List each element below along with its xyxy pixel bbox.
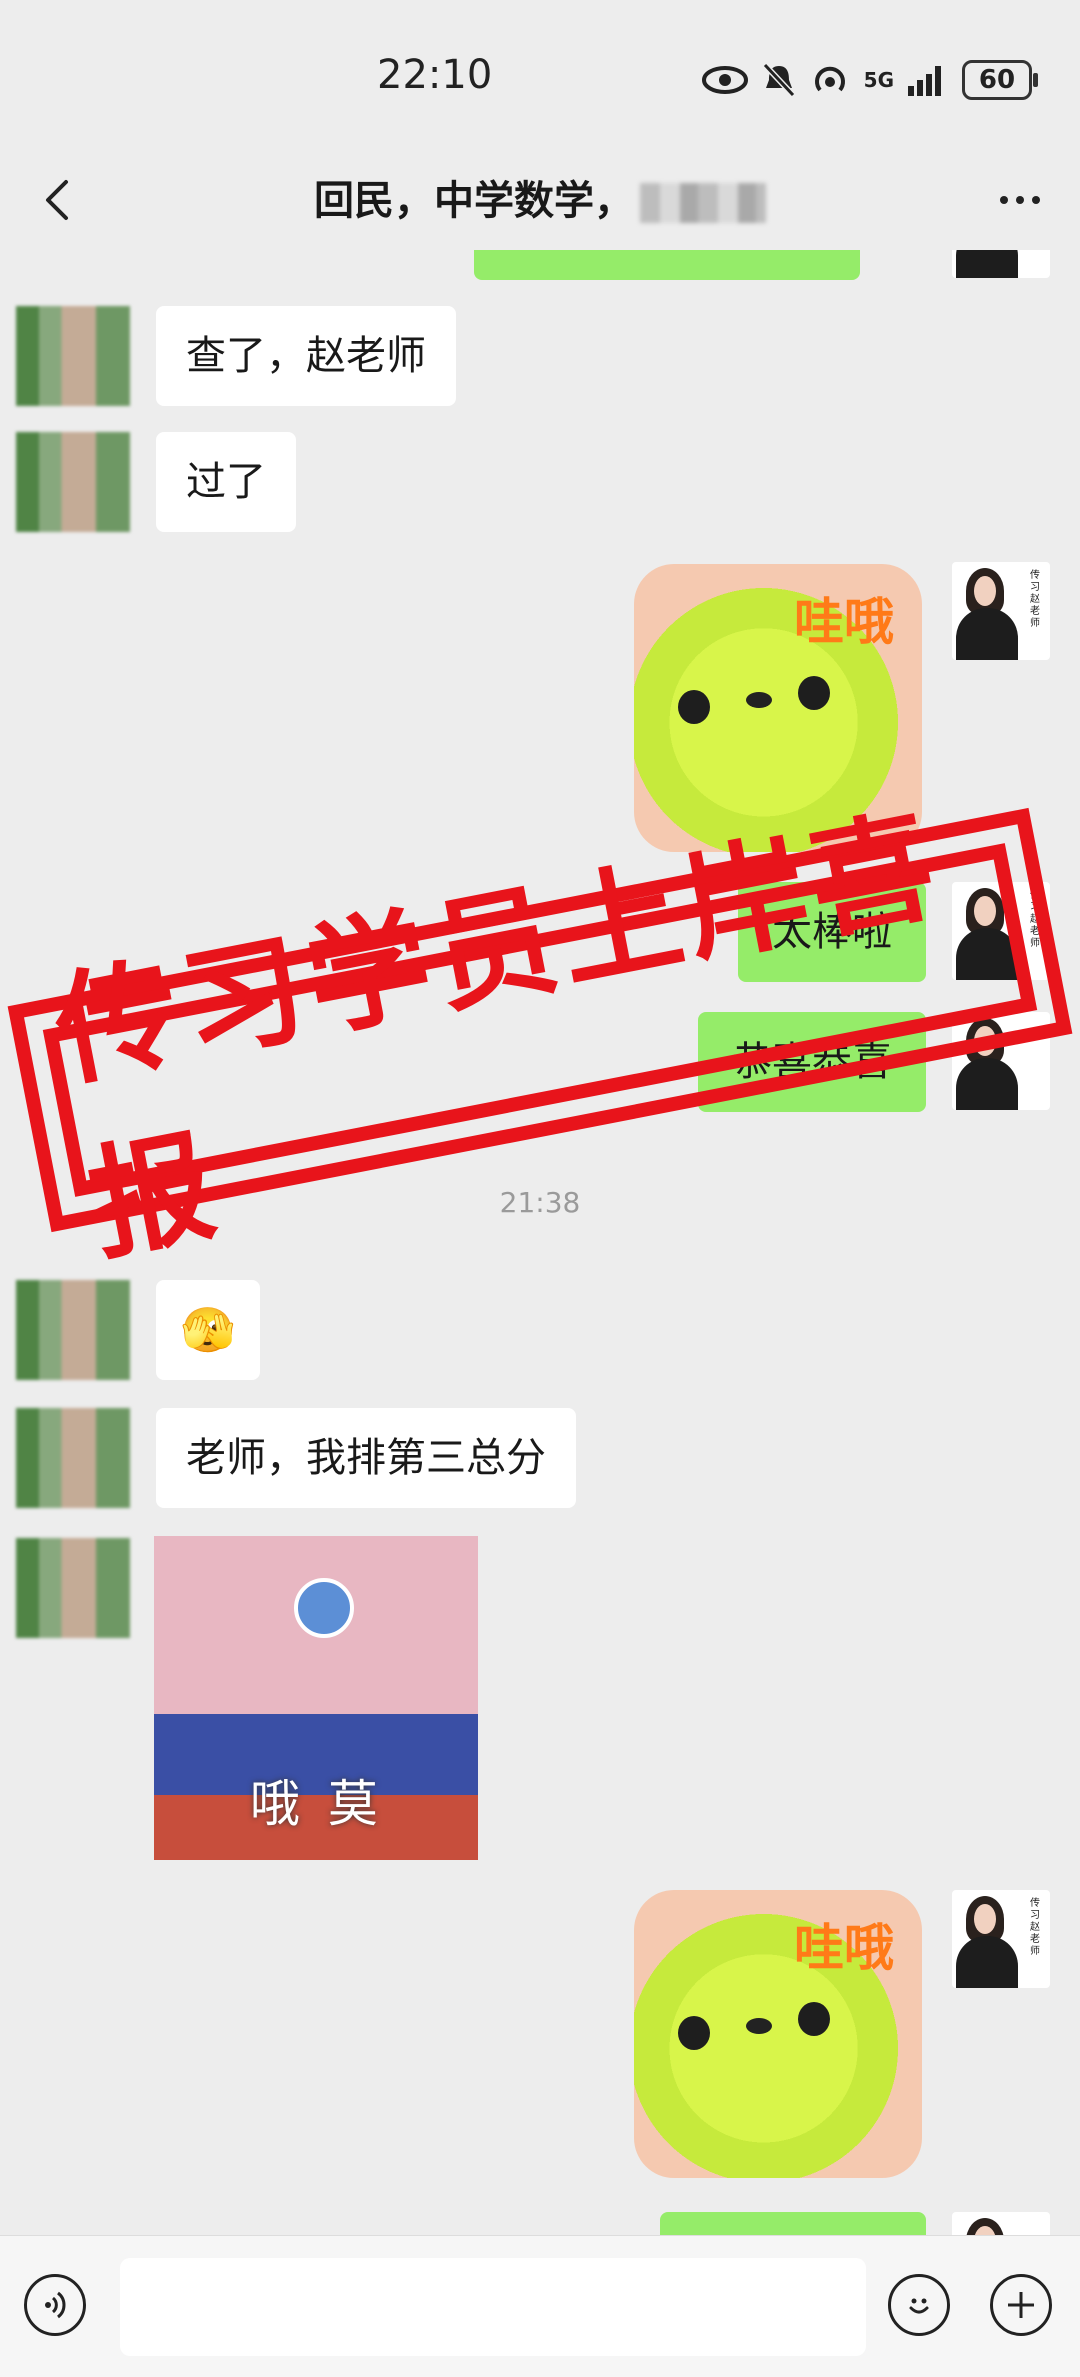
blurred-name bbox=[640, 183, 766, 223]
status-bar: 22:10 5G 60 bbox=[0, 0, 1080, 150]
student-avatar[interactable] bbox=[16, 1538, 130, 1638]
mute-bell-icon bbox=[762, 62, 795, 98]
signal-icon bbox=[908, 66, 941, 96]
message-bubble[interactable]: 过了 bbox=[156, 432, 296, 532]
battery-level: 60 bbox=[978, 65, 1016, 95]
sticker-eye bbox=[798, 2002, 830, 2036]
eye-icon bbox=[701, 66, 748, 94]
add-attachment-button[interactable] bbox=[990, 2274, 1052, 2336]
voice-icon bbox=[45, 2291, 66, 2319]
teacher-avatar[interactable]: 传习赵老师 bbox=[952, 882, 1050, 980]
message-bubble[interactable]: 老师，我排第三总分 bbox=[156, 1408, 576, 1508]
sticker-message[interactable]: 哇哦 bbox=[634, 1890, 922, 2178]
sticker-eye bbox=[678, 2016, 710, 2050]
sticker-caption: 哦 莫 bbox=[250, 1775, 384, 1833]
dot-icon bbox=[1016, 196, 1024, 204]
dot-icon bbox=[1000, 196, 1008, 204]
student-avatar[interactable] bbox=[16, 1280, 130, 1380]
emoji-message[interactable]: 🫣 bbox=[156, 1280, 260, 1380]
avatar-signature: 传习赵老师 bbox=[1030, 570, 1040, 629]
more-options-button[interactable] bbox=[990, 170, 1050, 230]
message-input-bar bbox=[0, 2235, 1080, 2377]
message-bubble[interactable]: 查了，赵老师 bbox=[156, 306, 456, 406]
hotspot-icon bbox=[814, 66, 845, 92]
teacher-avatar[interactable]: 传习赵老师 bbox=[952, 562, 1050, 660]
avatar-signature: 传习赵老师 bbox=[1030, 890, 1040, 949]
battery-icon: 60 bbox=[962, 60, 1038, 100]
teacher-avatar[interactable] bbox=[952, 2212, 1050, 2235]
sticker-text: 哇哦 bbox=[794, 1919, 894, 1977]
student-avatar[interactable] bbox=[16, 1408, 130, 1508]
student-avatar[interactable] bbox=[16, 306, 130, 406]
sticker-message[interactable]: 哇哦 bbox=[634, 564, 922, 852]
network-type: 5G bbox=[863, 68, 894, 92]
sticker-eye bbox=[294, 1578, 354, 1638]
sticker-message[interactable]: 哦 莫 bbox=[154, 1536, 478, 1860]
teacher-avatar[interactable] bbox=[952, 1012, 1050, 1110]
message-bubble[interactable]: 恭喜恭喜 bbox=[698, 1012, 926, 1112]
emoji-button[interactable] bbox=[888, 2274, 950, 2336]
message-bubble-partial[interactable] bbox=[474, 250, 860, 280]
sticker-text: 哇哦 bbox=[794, 593, 894, 651]
sticker-eye bbox=[798, 676, 830, 710]
plus-icon bbox=[1008, 2292, 1034, 2318]
student-avatar[interactable] bbox=[16, 432, 130, 532]
message-input[interactable] bbox=[120, 2258, 866, 2356]
message-bubble-partial[interactable] bbox=[660, 2212, 926, 2235]
avatar-signature: 传习赵老师 bbox=[1030, 1898, 1040, 1957]
teacher-avatar[interactable] bbox=[952, 250, 1050, 278]
voice-input-button[interactable] bbox=[24, 2274, 86, 2336]
dot-icon bbox=[1032, 196, 1040, 204]
chat-nav-bar: 回民，中学数学， bbox=[0, 150, 1080, 250]
message-timestamp: 21:38 bbox=[499, 1186, 581, 1219]
smiley-icon bbox=[909, 2298, 929, 2314]
chat-messages[interactable]: 查了，赵老师 过了 传习赵老师 哇哦 传习赵老师 太棒啦 恭喜恭喜 21:38 … bbox=[0, 250, 1080, 2235]
chat-title-text: 回民，中学数学， bbox=[314, 178, 634, 224]
status-time: 22:10 bbox=[377, 52, 493, 98]
chat-title: 回民，中学数学， bbox=[0, 168, 1080, 226]
sticker-eye bbox=[678, 690, 710, 724]
message-bubble[interactable]: 太棒啦 bbox=[738, 882, 926, 982]
sticker-nose bbox=[746, 2018, 772, 2034]
teacher-avatar[interactable]: 传习赵老师 bbox=[952, 1890, 1050, 1988]
status-icons: 5G 60 bbox=[701, 50, 1038, 110]
sticker-nose bbox=[746, 692, 772, 708]
